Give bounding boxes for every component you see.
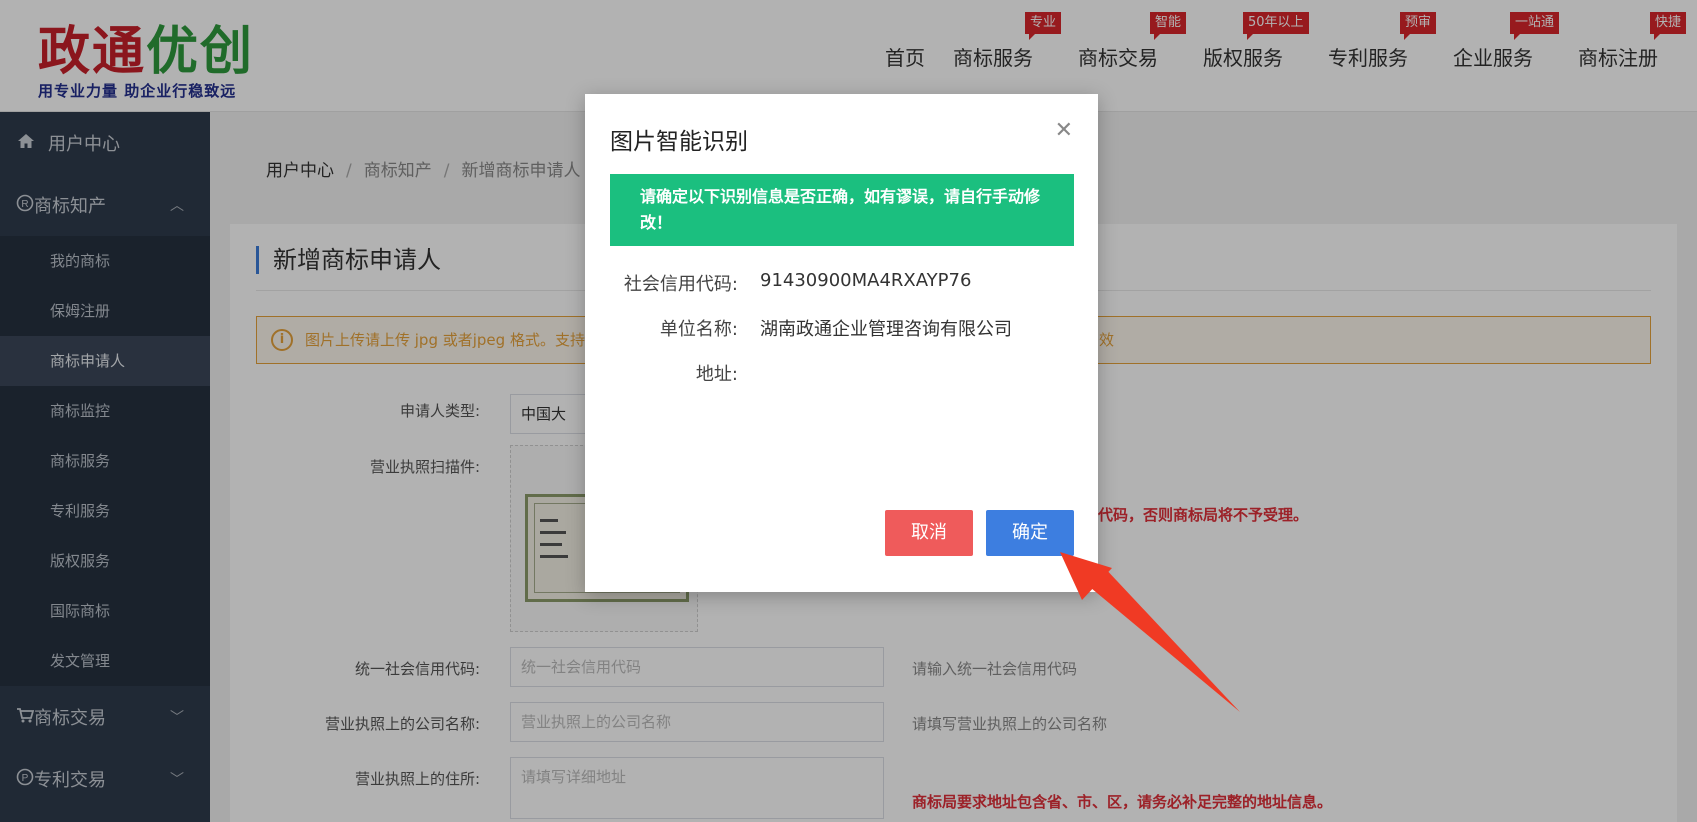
close-icon[interactable]: ✕: [1055, 120, 1073, 142]
field-row-credit-code: 社会信用代码: 91430900MA4RXAYP76: [610, 270, 1074, 296]
field-row-address: 地址:: [610, 360, 1074, 386]
field-value[interactable]: 湖南政通企业管理咨询有限公司: [760, 315, 1012, 341]
dialog-alert: 请确定以下识别信息是否正确，如有谬误，请自行手动修改！: [610, 174, 1074, 246]
page: 政通优创 用专业力量 助企业行稳致远 首页 商标服务 专业 商标交易 智能 版权…: [0, 0, 1697, 822]
dialog-title: 图片智能识别: [610, 129, 748, 155]
field-label: 地址:: [695, 364, 738, 385]
image-recognition-dialog: 图片智能识别 ✕ 请确定以下识别信息是否正确，如有谬误，请自行手动修改！ 社会信…: [585, 94, 1098, 592]
confirm-button[interactable]: 确定: [986, 510, 1074, 556]
field-label: 社会信用代码:: [623, 274, 738, 295]
field-label: 单位名称:: [659, 319, 738, 340]
field-row-company-name: 单位名称: 湖南政通企业管理咨询有限公司: [610, 315, 1074, 341]
field-value[interactable]: 91430900MA4RXAYP76: [760, 270, 971, 291]
cancel-button[interactable]: 取消: [885, 510, 973, 556]
